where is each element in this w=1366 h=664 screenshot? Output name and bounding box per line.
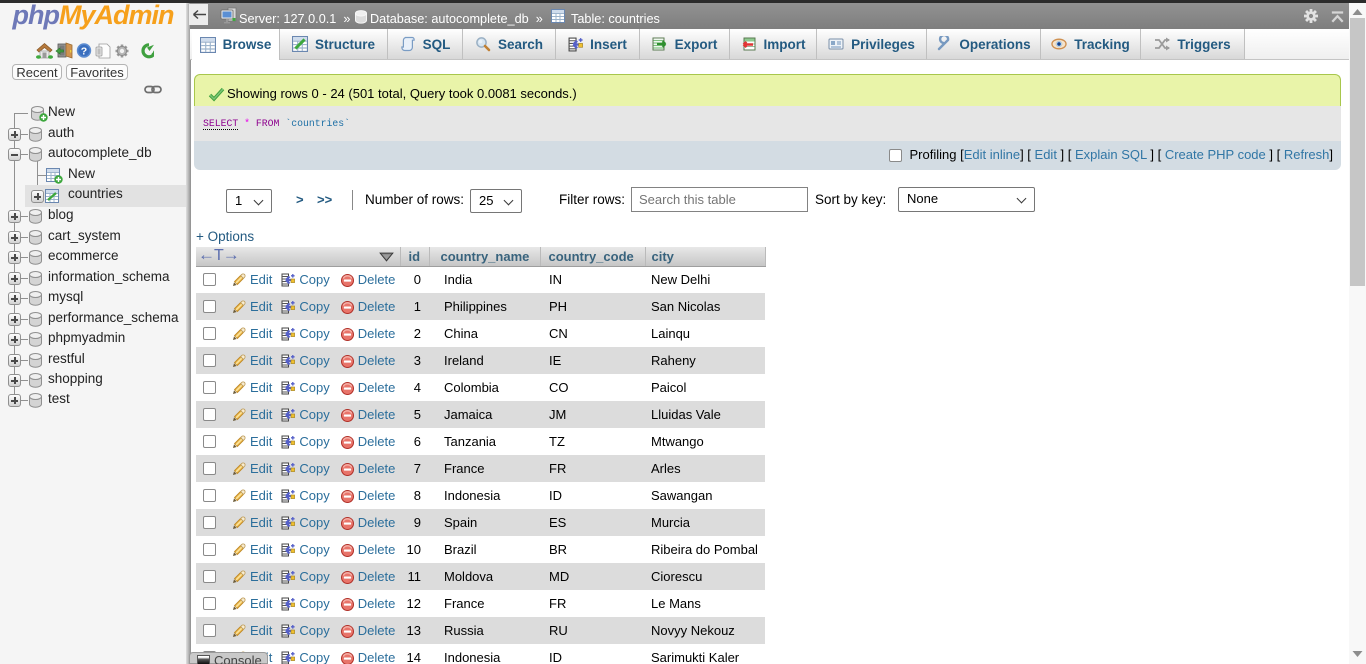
- svg-text:?: ?: [81, 46, 87, 58]
